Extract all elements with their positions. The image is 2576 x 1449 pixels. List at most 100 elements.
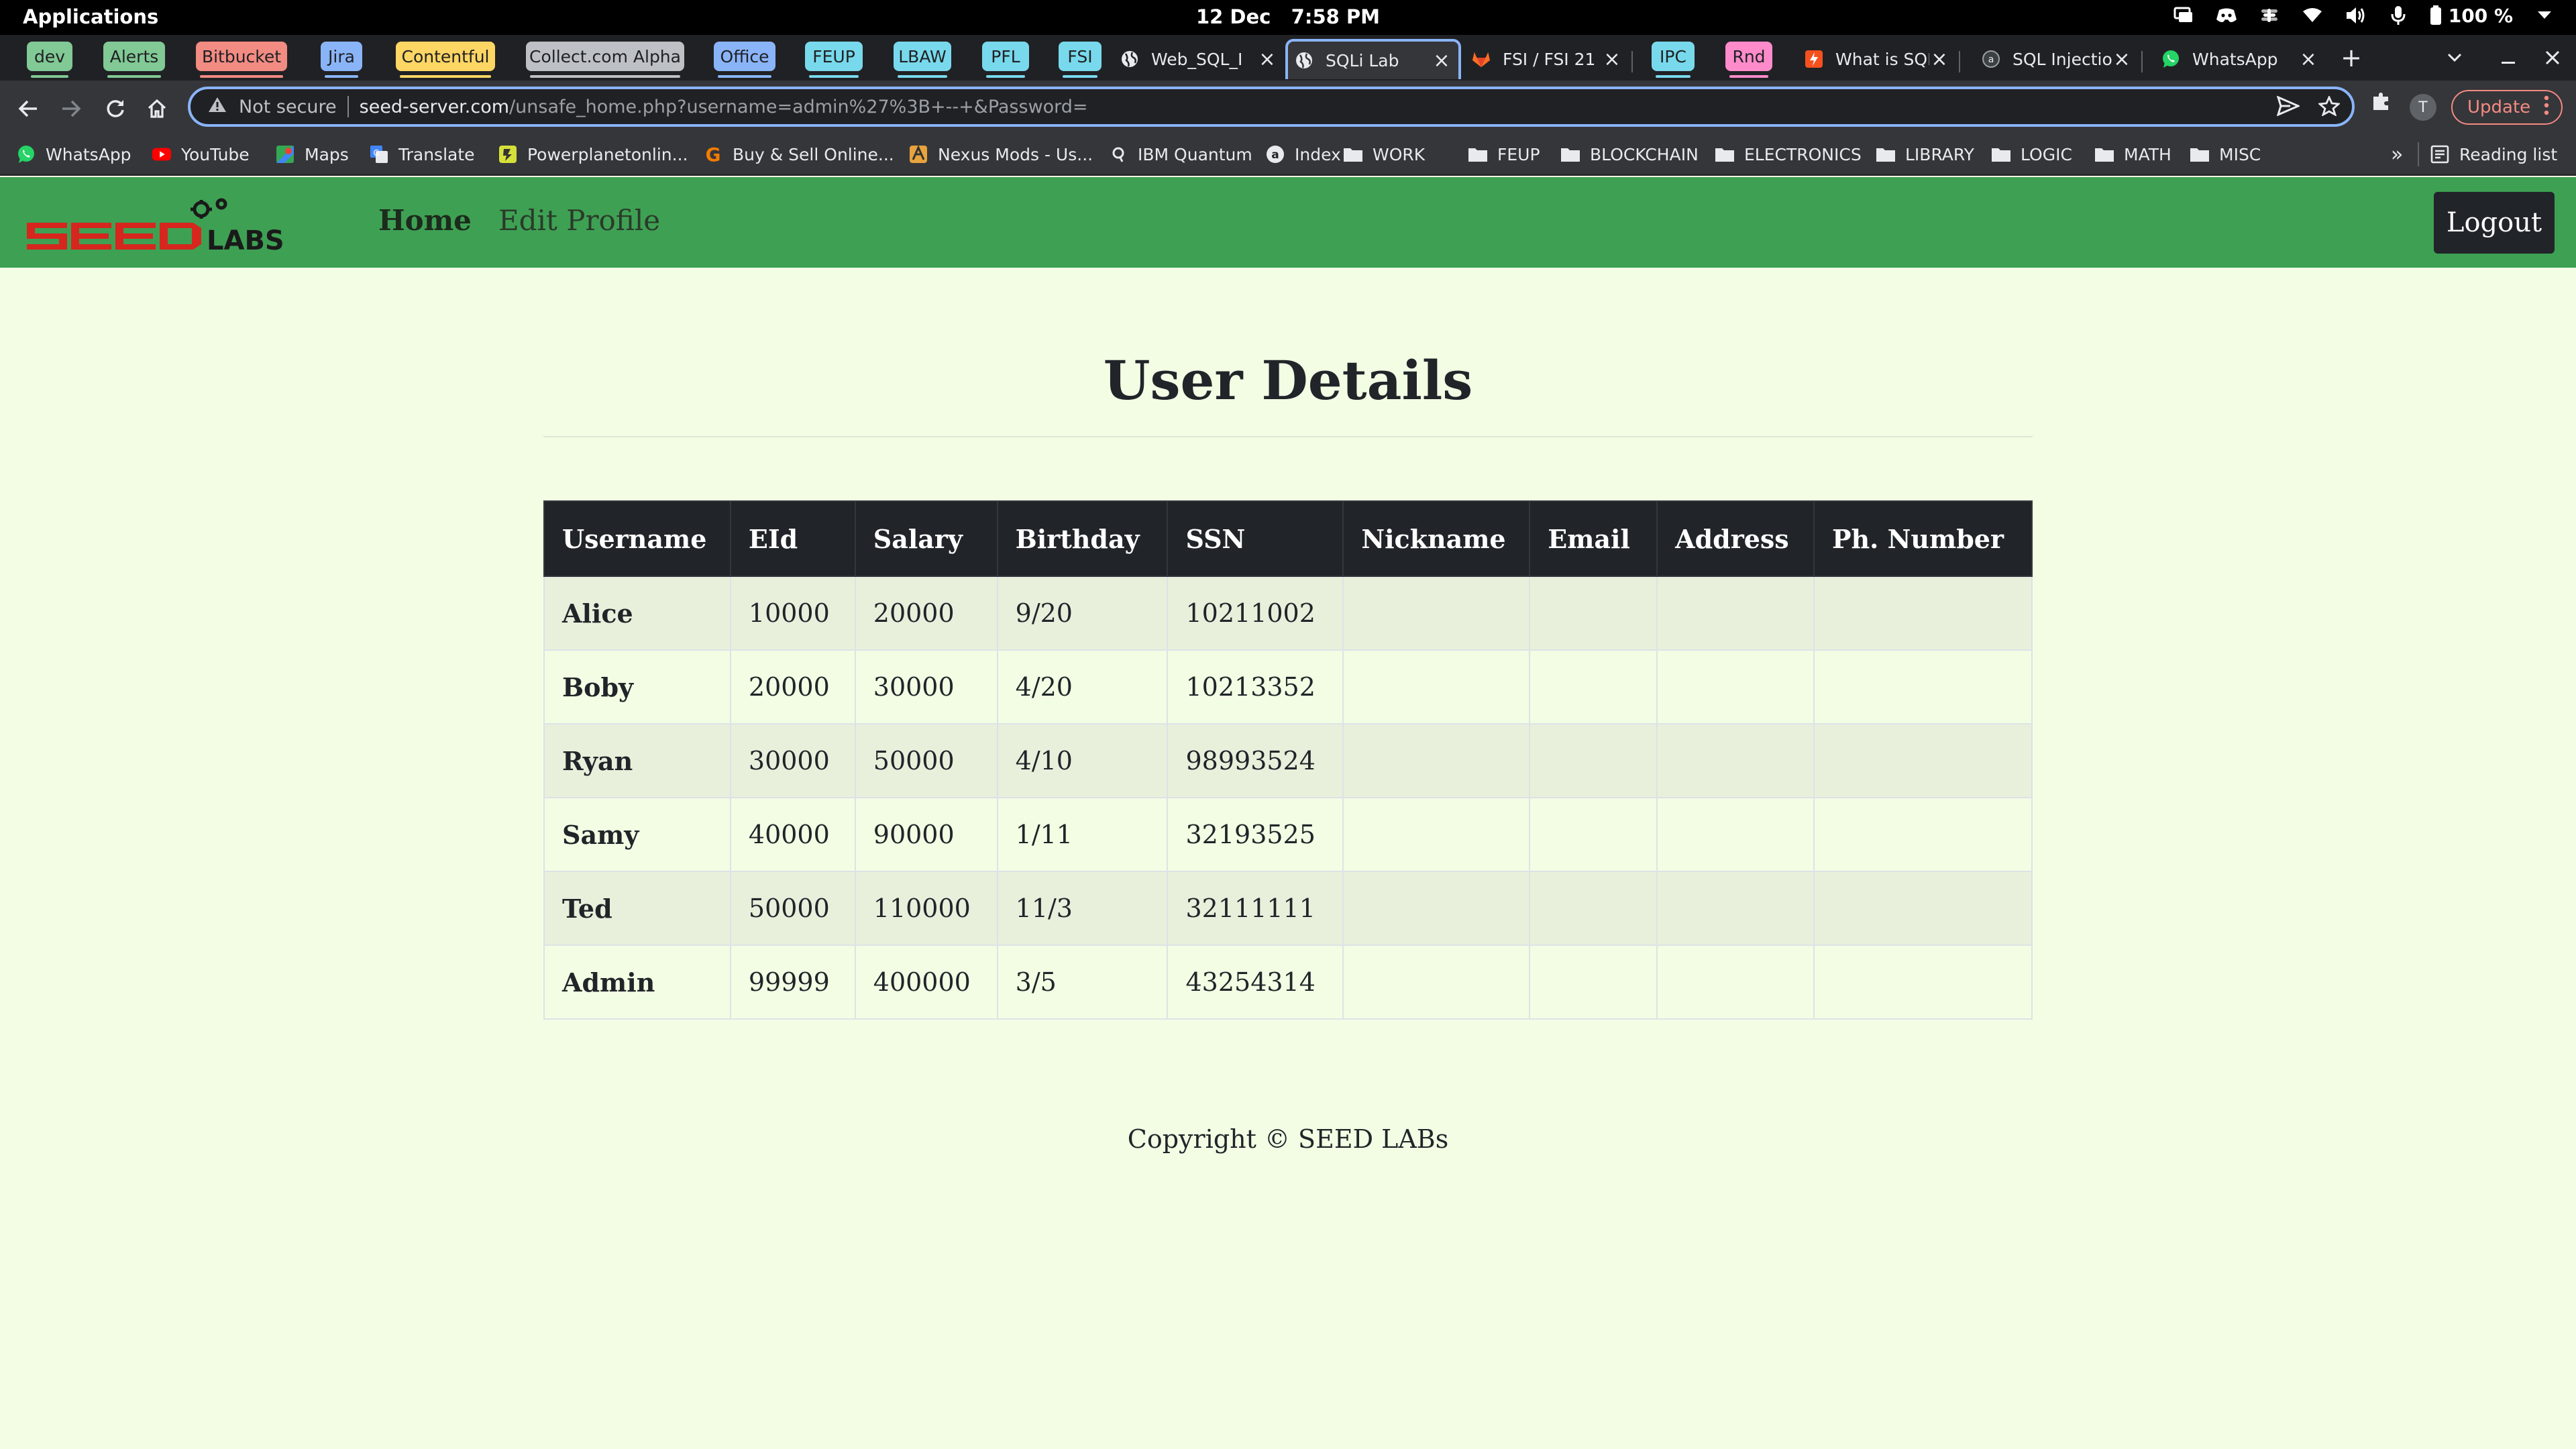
close-tab-icon[interactable]: × xyxy=(2112,48,2132,71)
tab-group-label: Jira xyxy=(328,46,355,66)
close-tab-icon[interactable]: × xyxy=(1602,48,1622,71)
tab-group-ipc[interactable]: IPC xyxy=(1652,42,1695,78)
bookmark-powerplanetonline[interactable]: Powerplanetonlin... xyxy=(498,142,688,166)
tab-group-bitbucket[interactable]: Bitbucket xyxy=(196,42,287,78)
more-menu-kebab-icon[interactable] xyxy=(2544,95,2549,120)
tab-sqli-lab[interactable]: SQLi Lab × xyxy=(1285,39,1461,79)
bookmark-label: Maps xyxy=(305,144,349,164)
column-header-address: Address xyxy=(1656,500,1815,577)
tab-what-is-sql[interactable]: What is SQL × xyxy=(1798,39,1956,79)
column-header-eid: EId xyxy=(729,500,856,577)
microphone-icon[interactable] xyxy=(2387,4,2410,27)
tab-sql-injection[interactable]: a SQL Injectio × xyxy=(1975,39,2139,79)
tab-group-office[interactable]: Office xyxy=(714,42,775,78)
bookmark-folder-logic[interactable]: LOGIC xyxy=(1991,142,2072,166)
tab-fsi-gitlab[interactable]: FSI / FSI 21 × xyxy=(1465,39,1629,79)
tab-group-collect-com-alpha[interactable]: Collect.com Alpha xyxy=(526,42,684,78)
tab-group-lbaw[interactable]: LBAW xyxy=(894,42,951,78)
clock-time[interactable]: 7:58 PM xyxy=(1291,5,1380,28)
bookmark-label: YouTube xyxy=(181,144,250,164)
send-to-devices-icon[interactable] xyxy=(2276,95,2301,121)
volume-icon[interactable] xyxy=(2344,4,2367,27)
close-tab-icon[interactable]: × xyxy=(1432,49,1452,72)
bookmark-folder-blockchain[interactable]: BLOCKCHAIN xyxy=(1560,142,1699,166)
tab-group-contentful[interactable]: Contentful xyxy=(396,42,495,78)
update-button[interactable]: Update xyxy=(2451,90,2563,125)
security-label[interactable]: Not secure xyxy=(239,97,337,117)
system-top-bar: Applications 12 Dec 7:58 PM 100 % xyxy=(0,0,2576,35)
cell-phone-number xyxy=(1813,576,2033,651)
close-tab-icon[interactable]: × xyxy=(2298,48,2318,71)
screen-share-icon[interactable] xyxy=(2172,4,2195,27)
profile-avatar[interactable]: T xyxy=(2410,94,2436,121)
cell-address xyxy=(1656,945,1815,1020)
address-bar[interactable]: Not secure seed-server.com/unsafe_home.p… xyxy=(188,87,2355,127)
system-menu-chevron-down-icon[interactable] xyxy=(2533,4,2556,27)
wifi-icon[interactable] xyxy=(2301,4,2324,27)
bookmark-maps[interactable]: Maps xyxy=(275,142,349,166)
tab-web-sql[interactable]: Web_SQL_I × xyxy=(1114,39,1284,79)
bookmark-folder-electronics[interactable]: ELECTRONICS xyxy=(1715,142,1862,166)
clock-date[interactable]: 12 Dec xyxy=(1196,5,1271,28)
tab-group-jira[interactable]: Jira xyxy=(321,42,362,78)
applications-menu[interactable]: Applications xyxy=(23,5,158,28)
discord-icon[interactable] xyxy=(2215,4,2238,27)
cell-email xyxy=(1529,945,1658,1020)
bookmark-whatsapp[interactable]: WhatsApp xyxy=(16,142,131,166)
site-icon xyxy=(498,144,518,164)
close-window-icon[interactable] xyxy=(2536,43,2569,72)
bookmark-folder-work[interactable]: WORK xyxy=(1343,142,1425,166)
cell-username: Samy xyxy=(543,797,731,872)
tab-group-dev[interactable]: dev xyxy=(27,42,72,78)
reload-icon[interactable] xyxy=(101,94,130,123)
bookmark-star-icon[interactable] xyxy=(2317,95,2341,121)
browser-toolbar: Not secure seed-server.com/unsafe_home.p… xyxy=(0,80,2576,134)
url-path[interactable]: /unsafe_home.php?username=admin%27%3B+--… xyxy=(509,97,1088,117)
bookmark-folder-misc[interactable]: MISC xyxy=(2190,142,2261,166)
minimize-window-icon[interactable] xyxy=(2491,43,2525,72)
not-secure-warning-icon[interactable] xyxy=(208,96,227,118)
bookmark-ibm-quantum[interactable]: IBM Quantum xyxy=(1108,142,1252,166)
tab-group-alerts[interactable]: Alerts xyxy=(103,42,165,78)
column-header-birthday: Birthday xyxy=(996,500,1169,577)
cell-ssn: 98993524 xyxy=(1167,723,1344,798)
table-row: Ryan 30000 50000 4/10 98993524 xyxy=(543,723,2033,798)
nav-edit-profile-link[interactable]: Edit Profile xyxy=(498,204,660,237)
back-arrow-icon[interactable] xyxy=(13,94,43,123)
extensions-puzzle-icon[interactable] xyxy=(2371,90,2392,111)
close-tab-icon[interactable]: × xyxy=(1929,48,1949,71)
cell-address xyxy=(1656,871,1815,946)
seed-labs-logo[interactable]: LABS xyxy=(25,197,294,256)
bookmark-folder-feup[interactable]: FEUP xyxy=(1468,142,1540,166)
bookmark-folder-library[interactable]: LIBRARY xyxy=(1876,142,1974,166)
bookmark-label: WORK xyxy=(1373,144,1426,164)
bookmark-youtube[interactable]: YouTube xyxy=(152,142,250,166)
bookmark-nexus-mods[interactable]: Nexus Mods - Us... xyxy=(908,142,1093,166)
bookmark-buy-sell-online[interactable]: G Buy & Sell Online... xyxy=(703,142,894,166)
tab-group-pfl[interactable]: PFL xyxy=(982,42,1029,78)
tab-title: Web_SQL_I xyxy=(1151,49,1243,69)
bookmark-index[interactable]: a Index xyxy=(1265,142,1341,166)
bookmarks-overflow[interactable]: » xyxy=(2391,142,2403,166)
url-host[interactable]: seed-server.com xyxy=(360,97,509,117)
reading-list[interactable]: Reading list xyxy=(2430,142,2557,166)
tab-whatsapp[interactable]: WhatsApp × xyxy=(2155,39,2325,79)
bookmark-folder-math[interactable]: MATH xyxy=(2094,142,2171,166)
tab-group-feup[interactable]: FEUP xyxy=(805,42,863,78)
cell-eid: 20000 xyxy=(729,649,856,724)
close-tab-icon[interactable]: × xyxy=(1257,48,1277,71)
battery-indicator[interactable]: 100 % xyxy=(2430,5,2513,27)
table-header-row: Username EId Salary Birthday SSN Nicknam… xyxy=(543,500,2033,577)
tab-search-chevron-down-icon[interactable] xyxy=(2438,43,2471,72)
new-tab-plus-icon[interactable]: + xyxy=(2334,43,2368,72)
tab-group-rnd[interactable]: Rnd xyxy=(1725,42,1772,78)
tab-group-fsi[interactable]: FSI xyxy=(1059,42,1102,78)
bookmark-translate[interactable]: G Translate xyxy=(369,142,475,166)
tab-group-label: FSI xyxy=(1067,46,1093,66)
nav-home-link[interactable]: Home xyxy=(378,204,472,237)
slack-icon[interactable] xyxy=(2258,4,2281,27)
home-icon[interactable] xyxy=(142,94,172,123)
bookmarks-bar: WhatsApp YouTube Maps G Translate Powerp… xyxy=(0,134,2576,176)
forward-arrow-icon[interactable] xyxy=(56,94,86,123)
logout-button[interactable]: Logout xyxy=(2434,192,2555,254)
